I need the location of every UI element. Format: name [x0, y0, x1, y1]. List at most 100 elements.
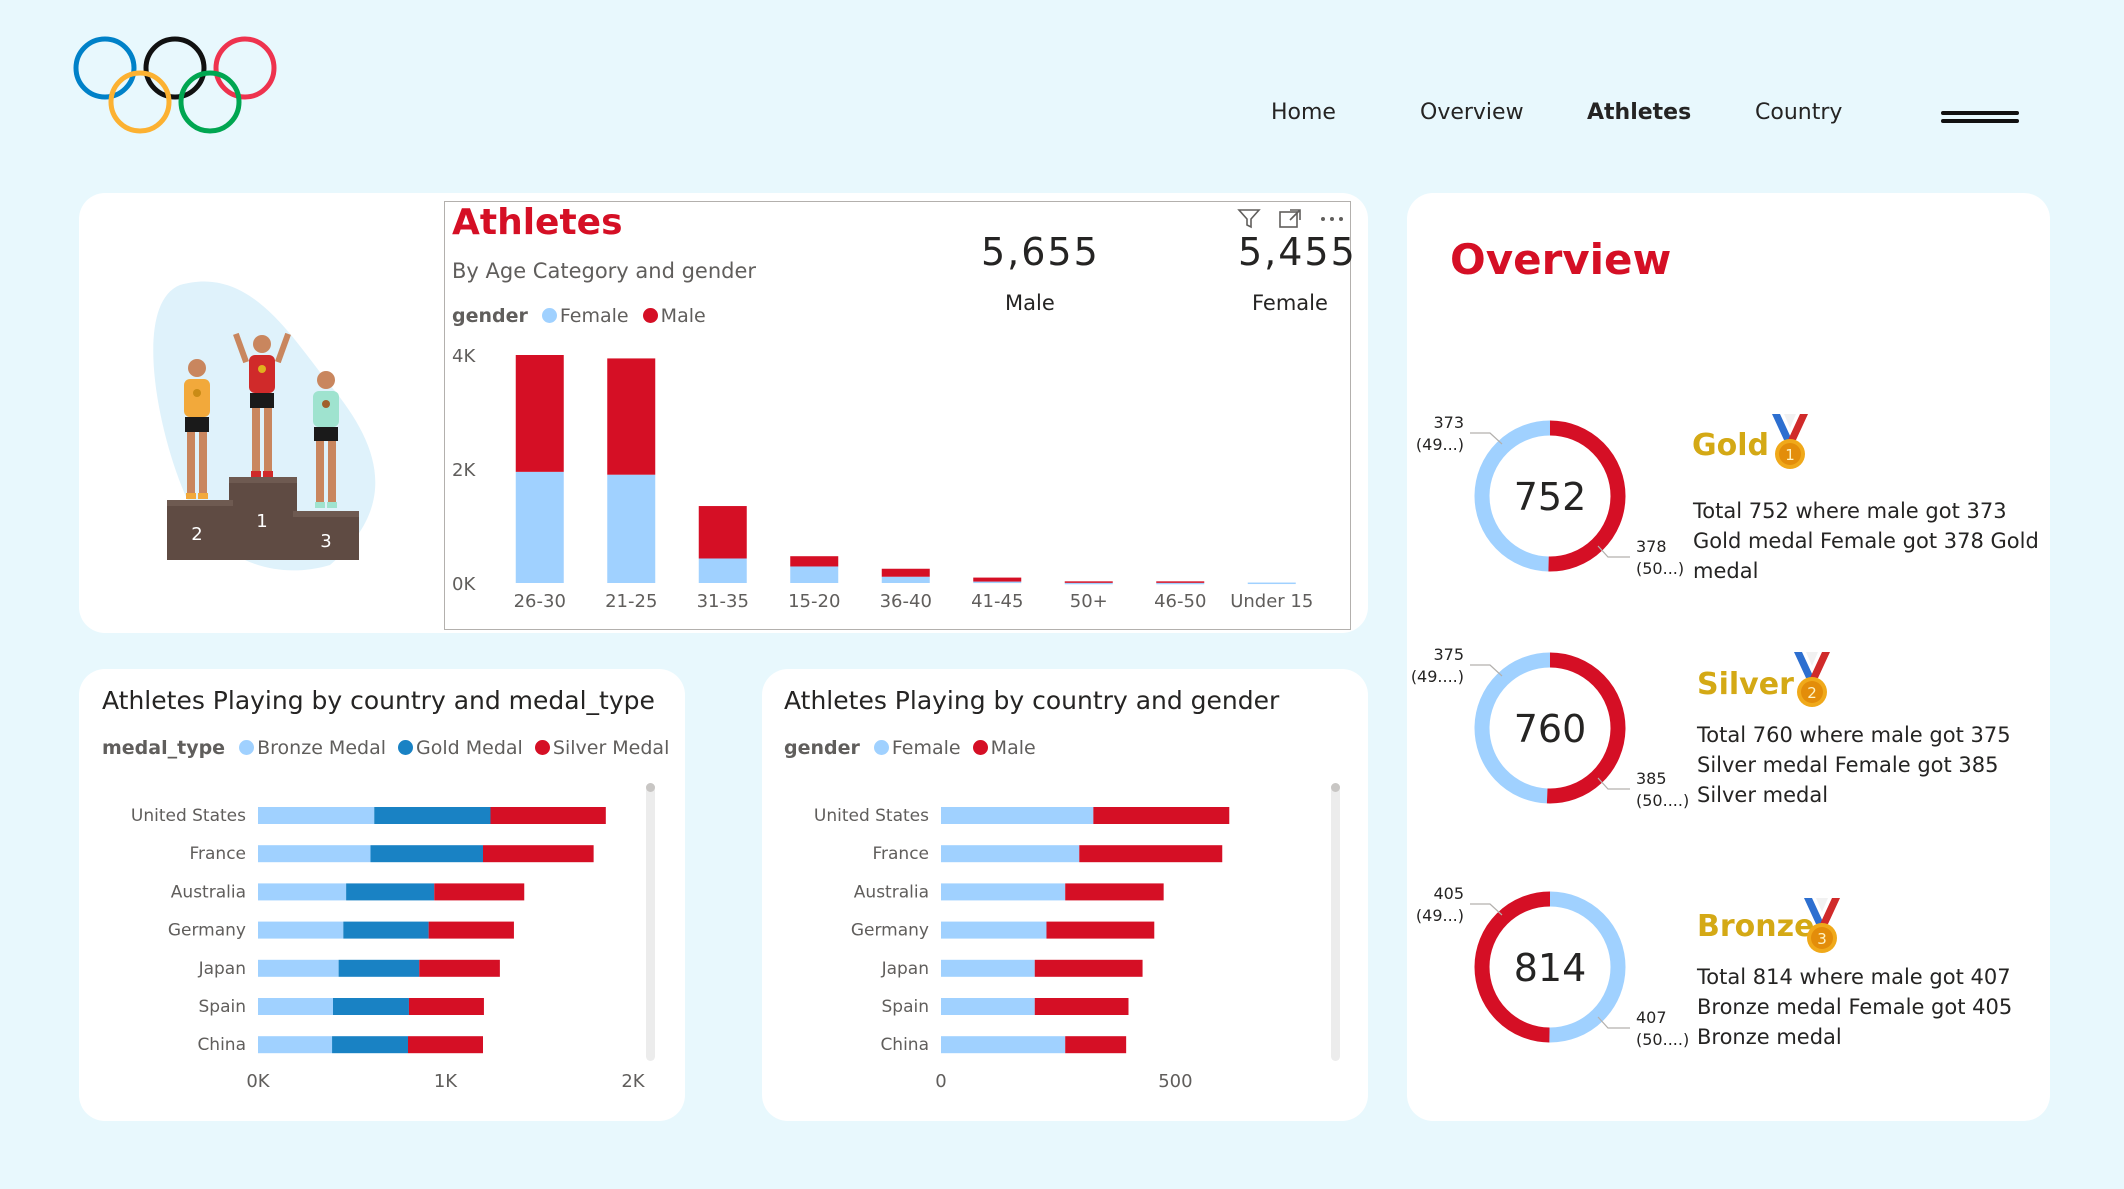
legend-bronze-label[interactable]: Bronze Medal — [257, 737, 386, 759]
bar-bronze-medal-france[interactable] — [258, 845, 371, 863]
bar-female-spain[interactable] — [941, 998, 1035, 1015]
bar-male-36-40[interactable] — [881, 568, 930, 577]
legend-silver-dot — [534, 740, 550, 755]
country-medal-scroll-thumb[interactable] — [646, 783, 655, 792]
bar-bronze-medal-spain[interactable] — [258, 998, 333, 1015]
bar-male-21-25[interactable] — [607, 358, 656, 475]
bar-male-france[interactable] — [1079, 845, 1223, 863]
x-tick-label: 15-20 — [788, 591, 840, 612]
bar-silver-medal-china[interactable] — [408, 1036, 483, 1054]
legend-bronze-dot — [239, 740, 255, 755]
bar-female-36-40[interactable] — [881, 576, 930, 583]
country-gender-title: Athletes Playing by country and gender — [784, 686, 1280, 715]
filter-icon[interactable] — [1237, 208, 1261, 230]
country-medal-bar-chart[interactable]: United States France Australia Germany Japan… — [95, 780, 665, 1100]
olympic-rings-logo — [73, 36, 277, 134]
bar-female-41-45[interactable] — [973, 581, 1022, 584]
focus-mode-icon[interactable] — [1278, 208, 1302, 230]
x-tick-label: 31-35 — [697, 591, 749, 612]
donut-label-pct: (49....) — [1411, 667, 1464, 686]
y-tick-label: Germany — [851, 921, 929, 941]
age-gender-column-chart[interactable]: 0K 2K 4K 26-30 21-25 31-35 15-20 36-40 41-45 50+ 4… — [444, 340, 1344, 625]
menu-icon[interactable] — [1941, 111, 2019, 127]
country-gender-scroll-thumb[interactable] — [1331, 783, 1340, 792]
donut-label-value: 405 — [1433, 884, 1464, 903]
gold-medal-donut[interactable]: 752 373 (49...) 378 (50...) — [1410, 400, 1690, 600]
silver-medal-donut[interactable]: 760 375 (49....) 385 (50....) — [1410, 632, 1690, 832]
bar-bronze-medal-japan[interactable] — [258, 959, 339, 977]
country-gender-scrollbar[interactable] — [1331, 783, 1340, 1061]
bar-female-united-states[interactable] — [941, 807, 1094, 824]
bar-silver-medal-spain[interactable] — [408, 998, 484, 1015]
country-gender-bar-chart[interactable]: United States France Australia Germany Japan… — [778, 780, 1348, 1100]
legend-male-label[interactable]: Male — [661, 305, 706, 327]
bar-gold-medal-united-states[interactable] — [374, 807, 491, 824]
bar-male-china[interactable] — [1065, 1036, 1127, 1054]
bar-gold-medal-germany[interactable] — [343, 921, 429, 939]
donut-total: 752 — [1514, 475, 1587, 519]
gold-medal-number: 1 — [1785, 446, 1795, 464]
bar-female-50+[interactable] — [1064, 582, 1113, 585]
nav-overview[interactable]: Overview — [1420, 100, 1524, 125]
y-tick-label: France — [189, 844, 246, 864]
bar-gold-medal-japan[interactable] — [338, 959, 420, 977]
x-tick-label: 46-50 — [1154, 591, 1206, 612]
bar-female-china[interactable] — [941, 1036, 1066, 1054]
bronze-medal-donut[interactable]: 814 405 (49...) 407 (50....) — [1410, 871, 1690, 1071]
bar-female-france[interactable] — [941, 845, 1080, 863]
bar-bronze-medal-united-states[interactable] — [258, 807, 375, 824]
legend-female-label[interactable]: Female — [892, 737, 961, 759]
country-medal-scrollbar[interactable] — [646, 783, 655, 1061]
x-tick-label: 1K — [434, 1071, 458, 1092]
bar-bronze-medal-australia[interactable] — [258, 883, 347, 901]
x-tick-label: 0K — [246, 1071, 270, 1092]
bar-silver-medal-japan[interactable] — [419, 959, 500, 977]
donut-total: 814 — [1514, 946, 1587, 990]
donut-label-pct: (49...) — [1416, 906, 1464, 925]
bar-female-26-30[interactable] — [515, 471, 564, 583]
bar-bronze-medal-germany[interactable] — [258, 921, 344, 939]
bar-female-31-35[interactable] — [698, 558, 747, 583]
bar-female-21-25[interactable] — [607, 474, 656, 583]
bar-female-46-50[interactable] — [1156, 582, 1205, 585]
bar-silver-medal-germany[interactable] — [428, 921, 514, 939]
legend-gold-label[interactable]: Gold Medal — [416, 737, 523, 759]
y-tick-label: Spain — [199, 997, 247, 1017]
bar-bronze-medal-china[interactable] — [258, 1036, 333, 1054]
bar-male-australia[interactable] — [1065, 883, 1164, 901]
nav-home[interactable]: Home — [1271, 100, 1336, 125]
bar-female-15-20[interactable] — [790, 566, 839, 583]
nav-athletes[interactable]: Athletes — [1587, 100, 1691, 125]
more-options-icon[interactable] — [1318, 208, 1346, 230]
x-tick-label: 41-45 — [971, 591, 1023, 612]
nav-country[interactable]: Country — [1755, 100, 1842, 125]
legend-male-label[interactable]: Male — [991, 737, 1036, 759]
bar-female-germany[interactable] — [941, 921, 1047, 939]
legend-female-label[interactable]: Female — [560, 305, 629, 327]
bar-gold-medal-china[interactable] — [332, 1036, 408, 1054]
bar-female-japan[interactable] — [941, 959, 1035, 977]
bar-gold-medal-australia[interactable] — [346, 883, 435, 901]
bar-male-spain[interactable] — [1034, 998, 1129, 1015]
bar-gold-medal-france[interactable] — [370, 845, 484, 863]
bar-male-50+[interactable] — [1064, 581, 1113, 583]
bar-male-31-35[interactable] — [698, 506, 747, 559]
bar-female-australia[interactable] — [941, 883, 1066, 901]
bar-male-germany[interactable] — [1046, 921, 1155, 939]
bar-male-46-50[interactable] — [1156, 581, 1205, 583]
x-tick-label: 21-25 — [605, 591, 657, 612]
bar-male-japan[interactable] — [1034, 959, 1143, 977]
silver-medal-label: Silver — [1697, 667, 1794, 702]
bar-male-41-45[interactable] — [973, 577, 1022, 582]
y-tick-label: Japan — [198, 959, 246, 979]
bar-silver-medal-united-states[interactable] — [490, 807, 606, 824]
bar-male-26-30[interactable] — [515, 355, 564, 472]
bar-silver-medal-france[interactable] — [483, 845, 594, 863]
bar-female-Under 15[interactable] — [1247, 582, 1296, 585]
bar-male-15-20[interactable] — [790, 556, 839, 567]
bar-silver-medal-australia[interactable] — [434, 883, 525, 901]
legend-silver-label[interactable]: Silver Medal — [553, 737, 669, 759]
bar-gold-medal-spain[interactable] — [333, 998, 409, 1015]
bar-male-united-states[interactable] — [1093, 807, 1230, 824]
legend-title: gender — [784, 737, 860, 759]
